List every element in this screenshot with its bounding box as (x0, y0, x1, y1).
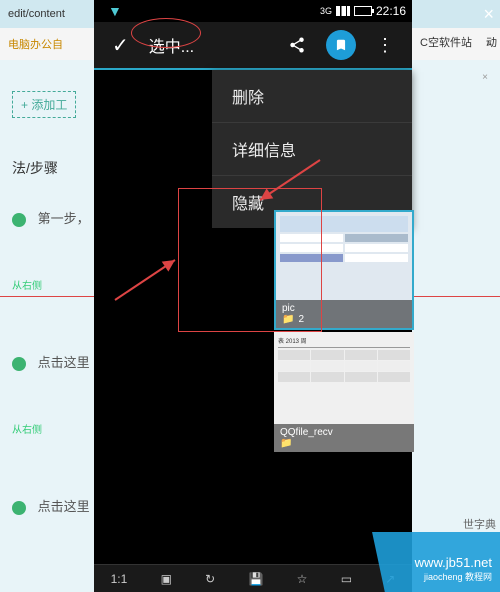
context-menu: 删除 详细信息 隐藏 (212, 70, 412, 228)
prompt-2-text: 点击这里 (38, 499, 90, 514)
watermark: www.jb51.net jiaocheng 教程网 (340, 532, 500, 592)
thumb-name: QQfile_recv (280, 427, 333, 438)
rotate-button[interactable]: ↻ (199, 572, 221, 586)
thumbnail-qqfile[interactable]: 表 2013 周 QQfile_recv 📁 (274, 332, 414, 452)
folder-icon: 📁 (282, 314, 294, 325)
watermark-sub: jiaocheng 教程网 (415, 572, 492, 584)
close-overlay-button[interactable]: × (483, 4, 494, 25)
status-bar: ▼ 3G 22:16 (94, 0, 412, 22)
bg-tab-1[interactable]: 电脑办公自 (8, 36, 63, 52)
folder-icon: 📁 (280, 438, 292, 449)
battery-icon (354, 6, 372, 16)
phone-overlay: ▼ 3G 22:16 ✓ 选中... ⋮ 删除 详细信息 隐藏 (94, 0, 412, 592)
step-dot-icon (12, 501, 26, 515)
thumbnail-pic[interactable]: pic 📁 2 (274, 210, 414, 330)
add-tool-button[interactable]: + 添加工 (12, 91, 76, 118)
bg-tab-2[interactable]: C空软件站 (420, 34, 472, 50)
step-1-text: 第一步， (38, 211, 90, 226)
shield-icon: ▼ (108, 3, 122, 19)
thumb-preview: 表 2013 周 (274, 332, 414, 386)
url-text: edit/content (8, 8, 65, 20)
selection-title: 选中... (139, 22, 204, 68)
overflow-button[interactable]: ⋮ (366, 22, 404, 68)
clock-text: 22:16 (376, 4, 406, 18)
step-dot-icon (12, 213, 26, 227)
thumb-label: QQfile_recv 📁 (274, 424, 414, 452)
action-bar: ✓ 选中... ⋮ (94, 22, 412, 70)
bookmark-button[interactable] (316, 22, 366, 68)
bookmark-icon (334, 38, 348, 52)
star-button[interactable]: ☆ (291, 572, 314, 586)
net-label: 3G (320, 6, 332, 16)
thumbnail-grid: pic 📁 2 表 2013 周 QQfile_recv 📁 (274, 210, 414, 454)
share-icon (288, 36, 306, 54)
thumb-label: pic 📁 2 (276, 300, 412, 328)
save-button[interactable]: 💾 (242, 572, 269, 586)
bookmark-circle (326, 30, 356, 60)
thumb-count: 2 (298, 314, 304, 325)
done-button[interactable]: ✓ (102, 22, 139, 68)
bg-word: 世字典 (463, 516, 496, 532)
watermark-text: www.jb51.net jiaocheng 教程网 (415, 555, 492, 584)
zoom-button[interactable]: 1:1 (105, 572, 134, 586)
menu-delete[interactable]: 删除 (212, 70, 412, 123)
selection-title-text: 选中... (149, 33, 194, 57)
bg-tab-3[interactable]: 动 (486, 34, 497, 50)
share-button[interactable] (278, 22, 316, 68)
signal-icon (336, 6, 350, 16)
watermark-site: www.jb51.net (415, 555, 492, 572)
menu-details[interactable]: 详细信息 (212, 123, 412, 176)
prompt-1-text: 点击这里 (38, 355, 90, 370)
step-dot-icon (12, 357, 26, 371)
thumb-name: pic (282, 303, 295, 314)
fit-button[interactable]: ▣ (155, 572, 178, 586)
thumb-preview (276, 212, 412, 266)
